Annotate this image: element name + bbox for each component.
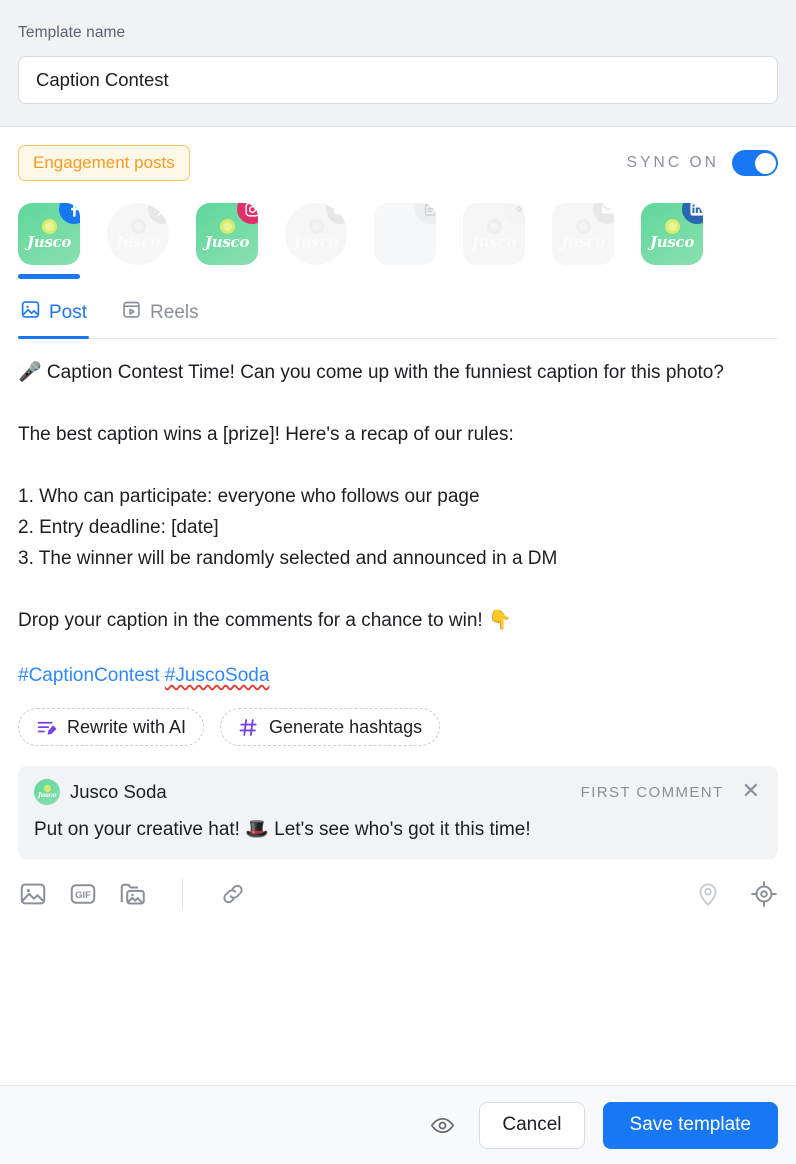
engagement-posts-tag-label: Engagement posts — [33, 153, 175, 172]
tab-post[interactable]: Post — [18, 293, 90, 339]
generate-hashtags-button[interactable]: Generate hashtags — [220, 708, 441, 746]
template-name-header: Template name — [0, 0, 796, 127]
dialog-footer: Cancel Save template — [0, 1085, 796, 1164]
close-icon[interactable]: ✕ — [734, 780, 762, 804]
logo-dot-icon — [486, 218, 502, 234]
avatar: Jusco — [285, 203, 347, 265]
account-google-business[interactable] — [374, 203, 442, 279]
tab-reels-label: Reels — [150, 301, 199, 323]
sync-label: SYNC ON — [626, 154, 719, 171]
account-facebook[interactable]: Jusco — [18, 203, 86, 279]
avatar-label: Jusco — [37, 791, 57, 800]
cancel-button[interactable]: Cancel — [479, 1101, 585, 1149]
sync-control: SYNC ON — [627, 150, 778, 176]
clipboard-icon — [415, 203, 436, 224]
svg-text:GIF: GIF — [75, 890, 91, 901]
avatar: Jusco — [34, 779, 60, 805]
logo-dot-icon — [575, 218, 591, 234]
hashtag-icon — [238, 717, 259, 738]
avatar-label: Jusco — [471, 232, 517, 251]
instagram-icon — [237, 203, 258, 224]
first-comment-input[interactable]: Put on your creative hat! 🎩 Let's see wh… — [34, 817, 762, 843]
tab-reels[interactable]: Reels — [119, 293, 201, 338]
avatar-label: Jusco — [26, 232, 72, 251]
account-threads[interactable]: Jusco — [463, 203, 531, 279]
location-pin-icon[interactable] — [694, 880, 722, 908]
toolbar-divider — [182, 879, 183, 909]
avatar-label: Jusco — [115, 232, 161, 251]
engagement-posts-tag[interactable]: Engagement posts — [18, 145, 190, 181]
account-selected-indicator — [18, 274, 80, 279]
eye-icon[interactable] — [430, 1113, 455, 1138]
composer-top-row: Engagement posts SYNC ON — [18, 127, 778, 181]
post-composer: Engagement posts SYNC ON Jusco Jusco Jus… — [0, 127, 796, 1085]
target-icon[interactable] — [750, 880, 778, 908]
account-selector: Jusco Jusco Jusco Jusco Jusco Jusco Jusc… — [18, 181, 778, 279]
avatar-label: Jusco — [204, 232, 250, 251]
avatar: Jusco — [107, 203, 169, 265]
attachment-toolbar-left: GIF — [18, 879, 247, 909]
logo-dot-icon — [130, 218, 146, 234]
account-x[interactable]: Jusco — [107, 203, 175, 279]
image-icon — [20, 299, 41, 326]
logo-dot-icon — [664, 218, 680, 234]
account-linkedin[interactable]: Jusco — [641, 203, 709, 279]
avatar: Jusco — [196, 203, 258, 265]
rewrite-with-ai-label: Rewrite with AI — [67, 716, 187, 737]
avatar-label: Jusco — [560, 232, 606, 251]
account-instagram[interactable]: Jusco — [196, 203, 264, 279]
rewrite-with-ai-button[interactable]: Rewrite with AI — [18, 708, 205, 746]
composer-tabs: Post Reels — [18, 293, 778, 339]
post-text-editor[interactable]: 🎤 Caption Contest Time! Can you come up … — [18, 339, 778, 636]
save-template-button[interactable]: Save template — [602, 1101, 778, 1149]
tab-post-label: Post — [49, 301, 88, 323]
attachment-toolbar: GIF — [18, 875, 778, 909]
feather-icon — [504, 203, 525, 224]
avatar: Jusco — [18, 203, 80, 265]
logo-dot-icon — [308, 218, 324, 234]
hashtag-jusco-soda[interactable]: #JuscoSoda — [165, 665, 270, 686]
linkedin-icon — [682, 203, 703, 224]
post-hashtags[interactable]: #CaptionContest #JuscoSoda — [18, 636, 778, 690]
avatar: Jusco — [641, 203, 703, 265]
add-link-button[interactable] — [219, 880, 247, 908]
add-image-button[interactable] — [18, 879, 48, 909]
generate-hashtags-label: Generate hashtags — [269, 716, 423, 737]
first-comment-author: Jusco Soda — [70, 781, 167, 802]
facebook-icon — [59, 203, 80, 224]
reels-icon — [121, 299, 142, 326]
x-icon — [148, 203, 169, 224]
youtube-icon — [326, 203, 347, 224]
add-gif-button[interactable]: GIF — [68, 879, 98, 909]
logo-dot-icon — [43, 785, 51, 793]
avatar-label: Jusco — [293, 232, 339, 251]
account-youtube[interactable]: Jusco — [285, 203, 353, 279]
account-email[interactable]: Jusco — [552, 203, 620, 279]
media-library-button[interactable] — [118, 879, 148, 909]
envelope-icon — [593, 203, 614, 224]
sync-toggle-knob — [754, 152, 776, 174]
rewrite-ai-icon — [36, 717, 57, 738]
first-comment-box: Jusco Jusco Soda FIRST COMMENT ✕ Put on … — [18, 766, 778, 859]
logo-dot-icon — [41, 218, 57, 234]
first-comment-header: Jusco Jusco Soda FIRST COMMENT ✕ — [34, 779, 762, 805]
avatar: Jusco — [463, 203, 525, 265]
avatar: Jusco — [552, 203, 614, 265]
avatar-label: Jusco — [649, 232, 695, 251]
attachment-toolbar-right — [694, 880, 778, 908]
template-name-input[interactable] — [18, 56, 778, 104]
ai-actions: Rewrite with AI Generate hashtags — [18, 708, 778, 746]
sync-toggle[interactable] — [732, 150, 778, 176]
logo-dot-icon — [219, 218, 235, 234]
first-comment-tag: FIRST COMMENT — [580, 783, 724, 801]
hashtag-caption-contest[interactable]: #CaptionContest — [18, 665, 165, 686]
avatar — [374, 203, 436, 265]
template-name-label: Template name — [18, 24, 126, 41]
